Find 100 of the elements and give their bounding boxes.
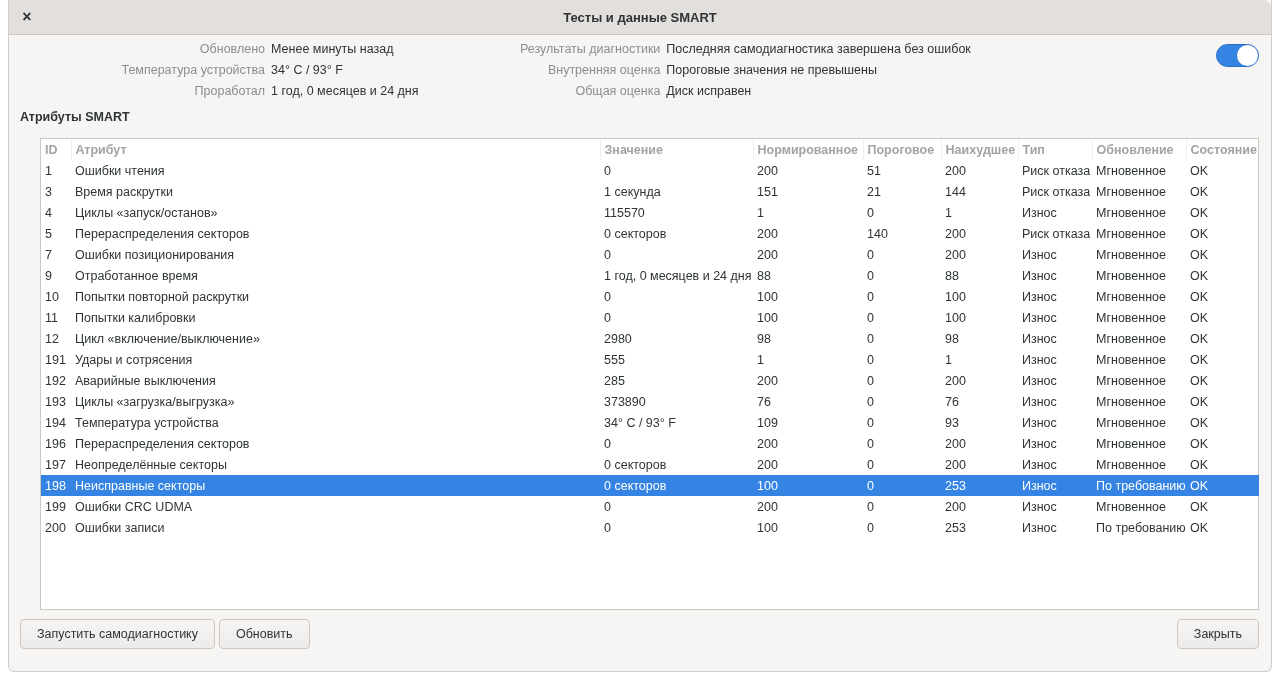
- table-cell-text: 1: [756, 351, 765, 369]
- table-row[interactable]: 9 Отработанное время 1 год, 0 месяцев и 24 дня 88 0 88 Износ Мгновенное OK: [41, 265, 1259, 286]
- table-cell-text: Износ: [1021, 309, 1058, 327]
- table-cell-text: Мгновенное: [1095, 393, 1167, 411]
- table-row[interactable]: 197 Неопределённые секторы 0 секторов 200 0 200 Износ Мгновенное OK: [41, 454, 1259, 475]
- table-cell: 0: [600, 160, 753, 181]
- table-cell-text: Попытки калибровки: [74, 309, 197, 327]
- table-cell: 0: [600, 496, 753, 517]
- table-cell-text: Ошибки позиционирования: [74, 246, 236, 264]
- table-cell-text: OK: [1189, 309, 1210, 327]
- table-cell-text: Удары и сотрясения: [74, 351, 194, 369]
- info-label: Результаты диагностики: [520, 42, 661, 56]
- table-row[interactable]: 194 Температура устройства 34° C / 93° F 109 0 93 Износ Мгновенное OK: [41, 412, 1259, 433]
- table-cell-text: Мгновенное: [1095, 246, 1167, 264]
- table-cell-text: OK: [1189, 393, 1210, 411]
- table-cell-text: 200: [44, 519, 67, 537]
- table-cell-text: 98: [944, 330, 960, 348]
- table-row[interactable]: 193 Циклы «загрузка/выгрузка» 373890 76 0 76 Износ Мгновенное OK: [41, 391, 1259, 412]
- table-row[interactable]: 199 Ошибки CRC UDMA 0 200 0 200 Износ Мгновенное OK: [41, 496, 1259, 517]
- table-cell-text: Износ: [1021, 246, 1058, 264]
- table-cell-text: OK: [1189, 372, 1210, 390]
- table-cell-text: 0: [866, 309, 875, 327]
- toggle-switch[interactable]: [1216, 44, 1259, 67]
- table-cell: Риск отказа: [1018, 160, 1092, 181]
- table-row[interactable]: 3 Время раскрутки 1 секунда 151 21 144 Риск отказа Мгновенное OK: [41, 181, 1259, 202]
- table-cell-text: 4: [44, 204, 53, 222]
- table-cell-text: Мгновенное: [1095, 414, 1167, 432]
- table-row[interactable]: 4 Циклы «запуск/останов» 115570 1 0 1 Износ Мгновенное OK: [41, 202, 1259, 223]
- table-cell-text: 7: [44, 246, 53, 264]
- table-cell-text: 1: [944, 351, 953, 369]
- table-cell: По требованию: [1092, 475, 1186, 496]
- table-cell-text: 200: [944, 225, 967, 243]
- table-cell-text: OK: [1189, 267, 1210, 285]
- table-cell-text: Мгновенное: [1095, 183, 1167, 201]
- table-cell-text: 200: [756, 225, 779, 243]
- table-cell-text: Износ: [1021, 519, 1058, 537]
- table-cell: 1: [41, 160, 71, 181]
- table-cell: 200: [753, 496, 863, 517]
- table-cell: 51: [863, 160, 941, 181]
- table-cell-text: 373890: [603, 393, 647, 411]
- table-cell-text: Мгновенное: [1095, 330, 1167, 348]
- table-cell-text: 11: [44, 309, 59, 327]
- table-cell-text: Перераспределения секторов: [74, 225, 251, 243]
- info-label: Внутренняя оценка: [546, 63, 661, 77]
- table-row[interactable]: 196 Перераспределения секторов 0 200 0 200 Износ Мгновенное OK: [41, 433, 1259, 454]
- table-cell-text: 0 секторов: [603, 225, 668, 243]
- table-cell-text: 0: [866, 435, 875, 453]
- table-cell: Неопределённые секторы: [71, 454, 600, 475]
- table-cell-text: Мгновенное: [1095, 288, 1167, 306]
- table-cell-text: 21: [866, 183, 882, 201]
- table-cell-text: Износ: [1021, 267, 1058, 285]
- action-button[interactable]: Обновить: [219, 619, 310, 649]
- table-cell: 199: [41, 496, 71, 517]
- close-dialog-button[interactable]: Закрыть: [1176, 619, 1259, 649]
- table-row[interactable]: 12 Цикл «включение/выключение» 2980 98 0 98 Износ Мгновенное OK: [41, 328, 1259, 349]
- info-label: Общая оценка: [574, 84, 661, 98]
- table-cell-text: 200: [756, 246, 779, 264]
- table-cell-text: 253: [944, 519, 967, 537]
- table-cell: Мгновенное: [1092, 454, 1186, 475]
- table-cell-text: 0: [603, 246, 612, 264]
- table-cell-text: 10: [44, 288, 60, 306]
- table-cell: 0 секторов: [600, 475, 753, 496]
- table-cell-text: 100: [944, 309, 967, 327]
- table-cell-text: Мгновенное: [1095, 309, 1167, 327]
- info-label: Проработал: [193, 84, 266, 98]
- table-cell-text: OK: [1189, 183, 1210, 201]
- table-cell: 0: [863, 454, 941, 475]
- table-cell-text: 200: [756, 435, 779, 453]
- table-row[interactable]: 191 Удары и сотрясения 555 1 0 1 Износ Мгновенное OK: [41, 349, 1259, 370]
- table-row[interactable]: 1 Ошибки чтения 0 200 51 200 Риск отказа Мгновенное OK: [41, 160, 1259, 181]
- action-button[interactable]: Запустить самодиагностику: [20, 619, 215, 649]
- table-cell: Ошибки CRC UDMA: [71, 496, 600, 517]
- close-button[interactable]: ×: [15, 5, 39, 29]
- table-row[interactable]: 192 Аварийные выключения 285 200 0 200 Износ Мгновенное OK: [41, 370, 1259, 391]
- table-cell-text: 100: [756, 309, 779, 327]
- table-cell-text: 115570: [603, 204, 646, 222]
- table-cell: Износ: [1018, 475, 1092, 496]
- table-row[interactable]: 11 Попытки калибровки 0 100 0 100 Износ Мгновенное OK: [41, 307, 1259, 328]
- table-cell-text: 1 секунда: [603, 183, 662, 201]
- table-cell-text: Мгновенное: [1095, 435, 1167, 453]
- table-row[interactable]: 7 Ошибки позиционирования 0 200 0 200 Износ Мгновенное OK: [41, 244, 1259, 265]
- table-cell-text: Цикл «включение/выключение»: [74, 330, 261, 348]
- table-row[interactable]: 10 Попытки повторной раскрутки 0 100 0 100 Износ Мгновенное OK: [41, 286, 1259, 307]
- table-cell-text: 0: [866, 351, 875, 369]
- table-cell-text: 5: [44, 225, 53, 243]
- table-row[interactable]: 200 Ошибки записи 0 100 0 253 Износ По требованию OK: [41, 517, 1259, 538]
- table-cell-text: 3: [44, 183, 53, 201]
- table-cell-text: 193: [44, 393, 67, 411]
- table-cell-text: 76: [944, 393, 960, 411]
- table-cell-text: Попытки повторной раскрутки: [74, 288, 251, 306]
- table-cell: 100: [753, 475, 863, 496]
- table-cell-text: 0: [603, 435, 612, 453]
- table-cell-text: 555: [603, 351, 626, 369]
- table-cell-text: 0: [603, 288, 612, 306]
- table-cell-text: Износ: [1021, 330, 1058, 348]
- table-row[interactable]: 198 Неисправные секторы 0 секторов 100 0 253 Износ По требованию OK: [41, 475, 1259, 496]
- section-title: Атрибуты SMART: [20, 110, 131, 124]
- info-value: Последняя самодиагностика завершена без ошибок: [666, 42, 971, 56]
- table-cell: 200: [941, 496, 1018, 517]
- table-row[interactable]: 5 Перераспределения секторов 0 секторов 200 140 200 Риск отказа Мгновенное OK: [41, 223, 1259, 244]
